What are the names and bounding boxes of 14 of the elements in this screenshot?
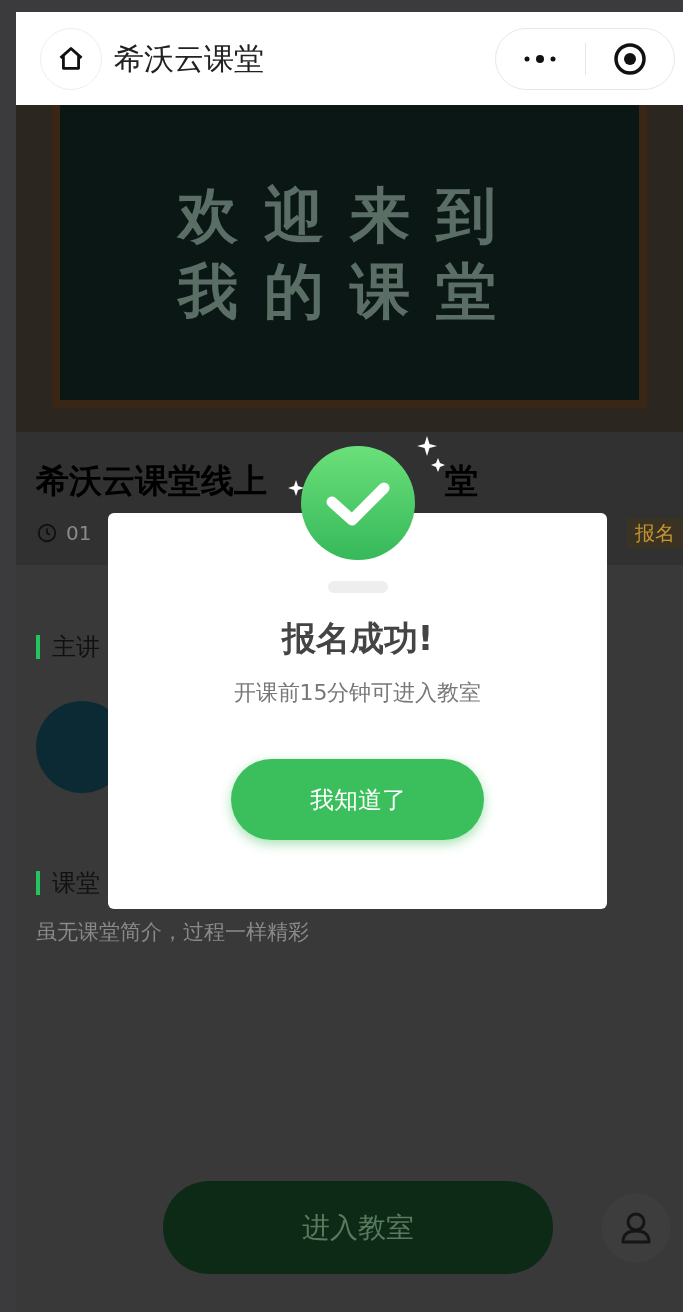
clock-icon: [36, 521, 58, 544]
banner-text: 欢迎来到: [177, 184, 522, 245]
banner-text: 我的课堂: [177, 260, 522, 321]
person-icon: [620, 1210, 652, 1245]
course-description: 虽无课堂简介，过程一样精彩: [36, 919, 310, 946]
course-time: 01: [66, 519, 92, 547]
signup-count: 报名: [627, 517, 683, 548]
dialog-message: 开课前15分钟可进入教室: [233, 679, 482, 707]
enter-classroom-button[interactable]: 进入教室: [163, 1181, 553, 1274]
page-title: 希沃云课堂: [114, 40, 265, 78]
home-icon: [57, 44, 85, 73]
dialog-title: 报名成功!: [281, 617, 434, 660]
acknowledge-button[interactable]: 我知道了: [231, 759, 484, 840]
target-icon: [612, 41, 647, 76]
